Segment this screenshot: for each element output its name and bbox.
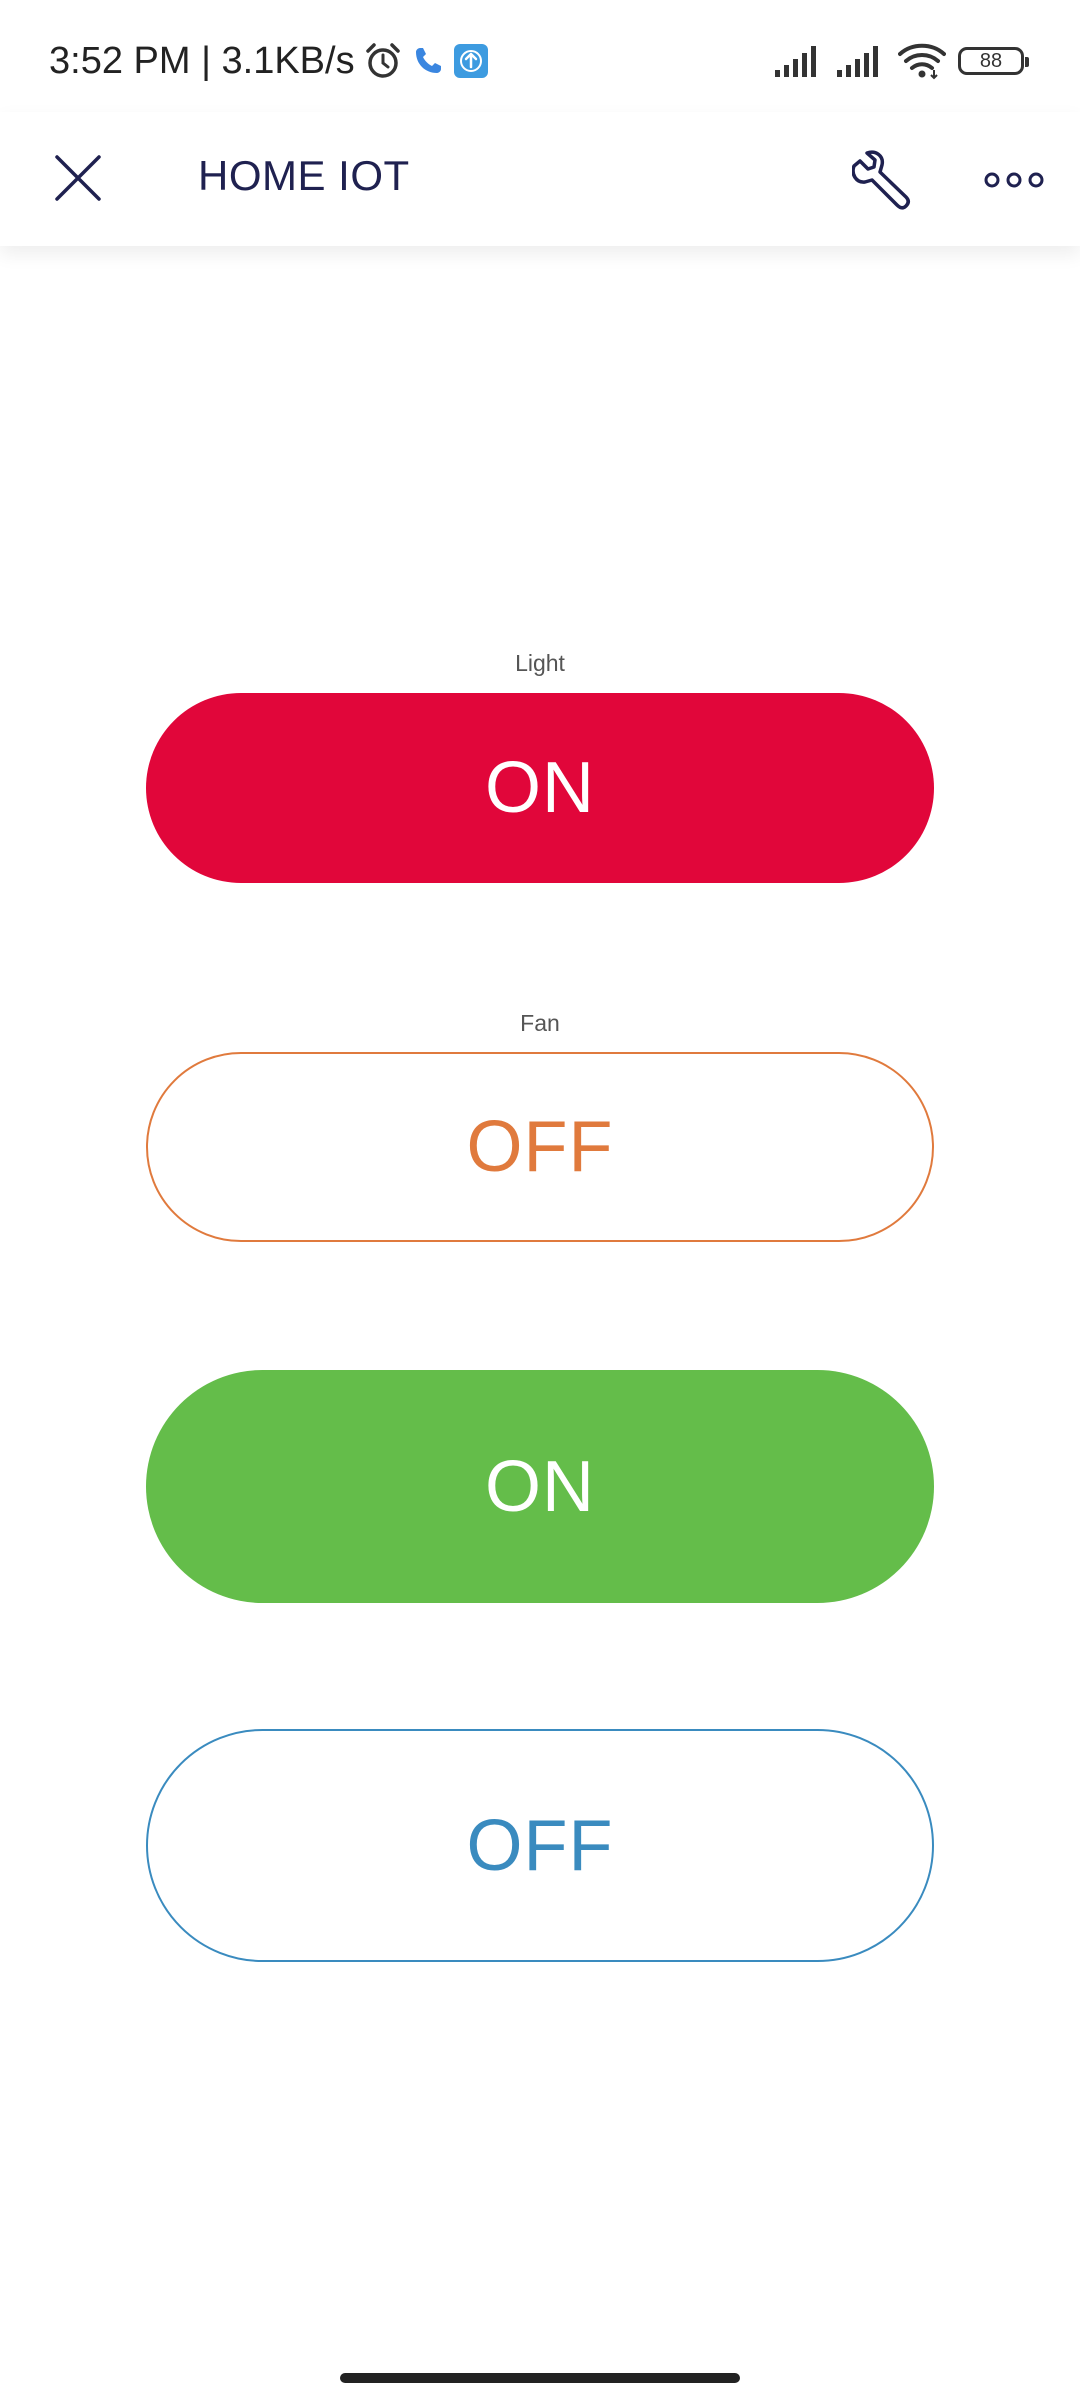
app-bar: HOME IOT [0, 112, 1080, 246]
status-time: 3:52 PM | 3.1KB/s [49, 39, 355, 82]
home-indicator[interactable] [340, 2373, 740, 2383]
fan-toggle-button[interactable]: OFF [146, 1052, 934, 1242]
phone-icon [411, 44, 445, 78]
fan-toggle-state: OFF [466, 1107, 614, 1187]
switch-4-toggle-state: OFF [466, 1805, 614, 1886]
upload-icon [453, 43, 489, 79]
switch-3-toggle-button[interactable]: ON [146, 1370, 934, 1603]
light-toggle-state: ON [485, 748, 595, 828]
signal-icon [836, 44, 886, 78]
signal-icon [774, 44, 824, 78]
status-left: 3:52 PM | 3.1KB/s [49, 36, 489, 86]
fan-label: Fan [520, 1010, 560, 1036]
page-title: HOME IOT [198, 152, 410, 199]
more-icon [984, 172, 1044, 188]
light-toggle-button[interactable]: ON [146, 693, 934, 883]
settings-button[interactable] [842, 140, 922, 220]
battery-icon: 88 [958, 47, 1029, 75]
close-button[interactable] [40, 140, 116, 216]
status-right: 88 [774, 38, 1029, 84]
switch-3-toggle-state: ON [485, 1446, 595, 1527]
wifi-icon [898, 42, 946, 80]
screen: 3:52 PM | 3.1KB/s 88 HOME IOT Light ON F… [0, 0, 1080, 2400]
switch-4-toggle-button[interactable]: OFF [146, 1729, 934, 1962]
battery-level: 88 [979, 49, 1003, 72]
alarm-icon [363, 41, 403, 81]
light-label: Light [515, 650, 565, 676]
status-bar: 3:52 PM | 3.1KB/s 88 [0, 0, 1080, 112]
more-button[interactable] [976, 142, 1052, 218]
wrench-icon [852, 150, 910, 210]
close-icon [55, 155, 101, 201]
